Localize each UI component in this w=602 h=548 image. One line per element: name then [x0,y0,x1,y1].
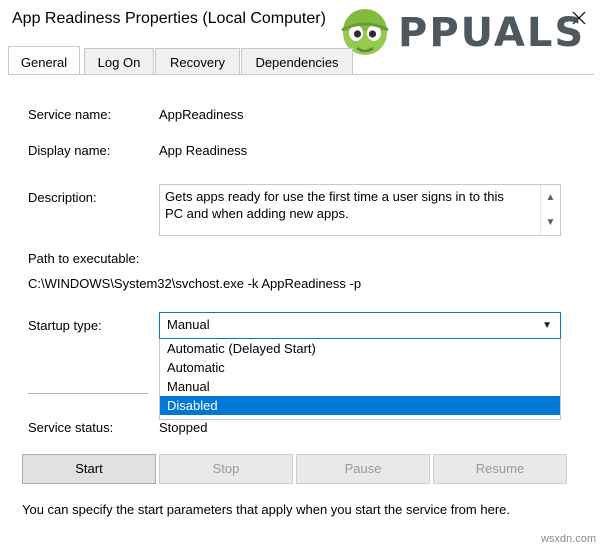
window-title: App Readiness Properties (Local Computer… [12,10,326,27]
tab-general[interactable]: General [8,46,80,75]
startup-type-label: Startup type: [28,318,102,333]
path-value: C:\WINDOWS\System32\svchost.exe -k AppRe… [28,276,362,291]
footer-help-text: You can specify the start parameters tha… [22,502,510,517]
close-button[interactable] [556,0,602,34]
startup-type-dropdown-list[interactable]: Automatic (Delayed Start) Automatic Manu… [159,339,561,420]
service-properties-window: App Readiness Properties (Local Computer… [0,0,602,548]
tab-recovery-label: Recovery [170,55,225,70]
startup-type-combobox[interactable]: Manual ▼ [159,312,561,339]
section-divider [28,393,148,394]
site-tag: wsxdn.com [540,533,596,545]
service-status-value: Stopped [159,420,208,435]
title-bar: App Readiness Properties (Local Computer… [0,0,602,42]
chevron-down-icon: ▼ [542,320,552,331]
pause-button-label: Pause [344,461,382,476]
resume-button-label: Resume [475,461,525,476]
tab-dependencies-label: Dependencies [255,55,339,70]
close-icon [572,11,586,25]
scroll-down-icon[interactable]: ▼ [541,210,560,235]
startup-option-manual[interactable]: Manual [160,377,560,396]
startup-option-disabled[interactable]: Disabled [160,396,560,415]
tab-strip: General Log On Recovery Dependencies [8,46,594,76]
description-textbox[interactable]: Gets apps ready for use the first time a… [159,184,561,236]
display-name-label: Display name: [28,143,111,158]
startup-type-value: Manual [167,317,210,332]
pause-button: Pause [296,454,430,484]
description-value: Gets apps ready for use the first time a… [165,189,504,221]
start-button[interactable]: Start [22,454,156,484]
service-status-label: Service status: [28,420,114,435]
scroll-up-icon[interactable]: ▲ [541,185,560,210]
display-name-value: App Readiness [159,143,248,158]
service-name-label: Service name: [28,107,112,122]
tab-log-on[interactable]: Log On [84,48,154,75]
resume-button: Resume [433,454,567,484]
tab-dependencies[interactable]: Dependencies [241,48,353,75]
stop-button: Stop [159,454,293,484]
tab-log-on-label: Log On [97,55,141,70]
start-button-label: Start [75,461,103,476]
stop-button-label: Stop [212,461,240,476]
tab-underline [8,74,594,75]
service-name-value: AppReadiness [159,107,244,122]
description-label: Description: [28,190,97,205]
description-scrollbar[interactable]: ▲ ▼ [540,185,560,235]
startup-option-automatic[interactable]: Automatic [160,358,560,377]
path-label: Path to executable: [28,251,140,266]
tab-recovery[interactable]: Recovery [155,48,240,75]
tab-general-label: General [20,55,68,70]
startup-option-automatic-delayed[interactable]: Automatic (Delayed Start) [160,339,560,358]
